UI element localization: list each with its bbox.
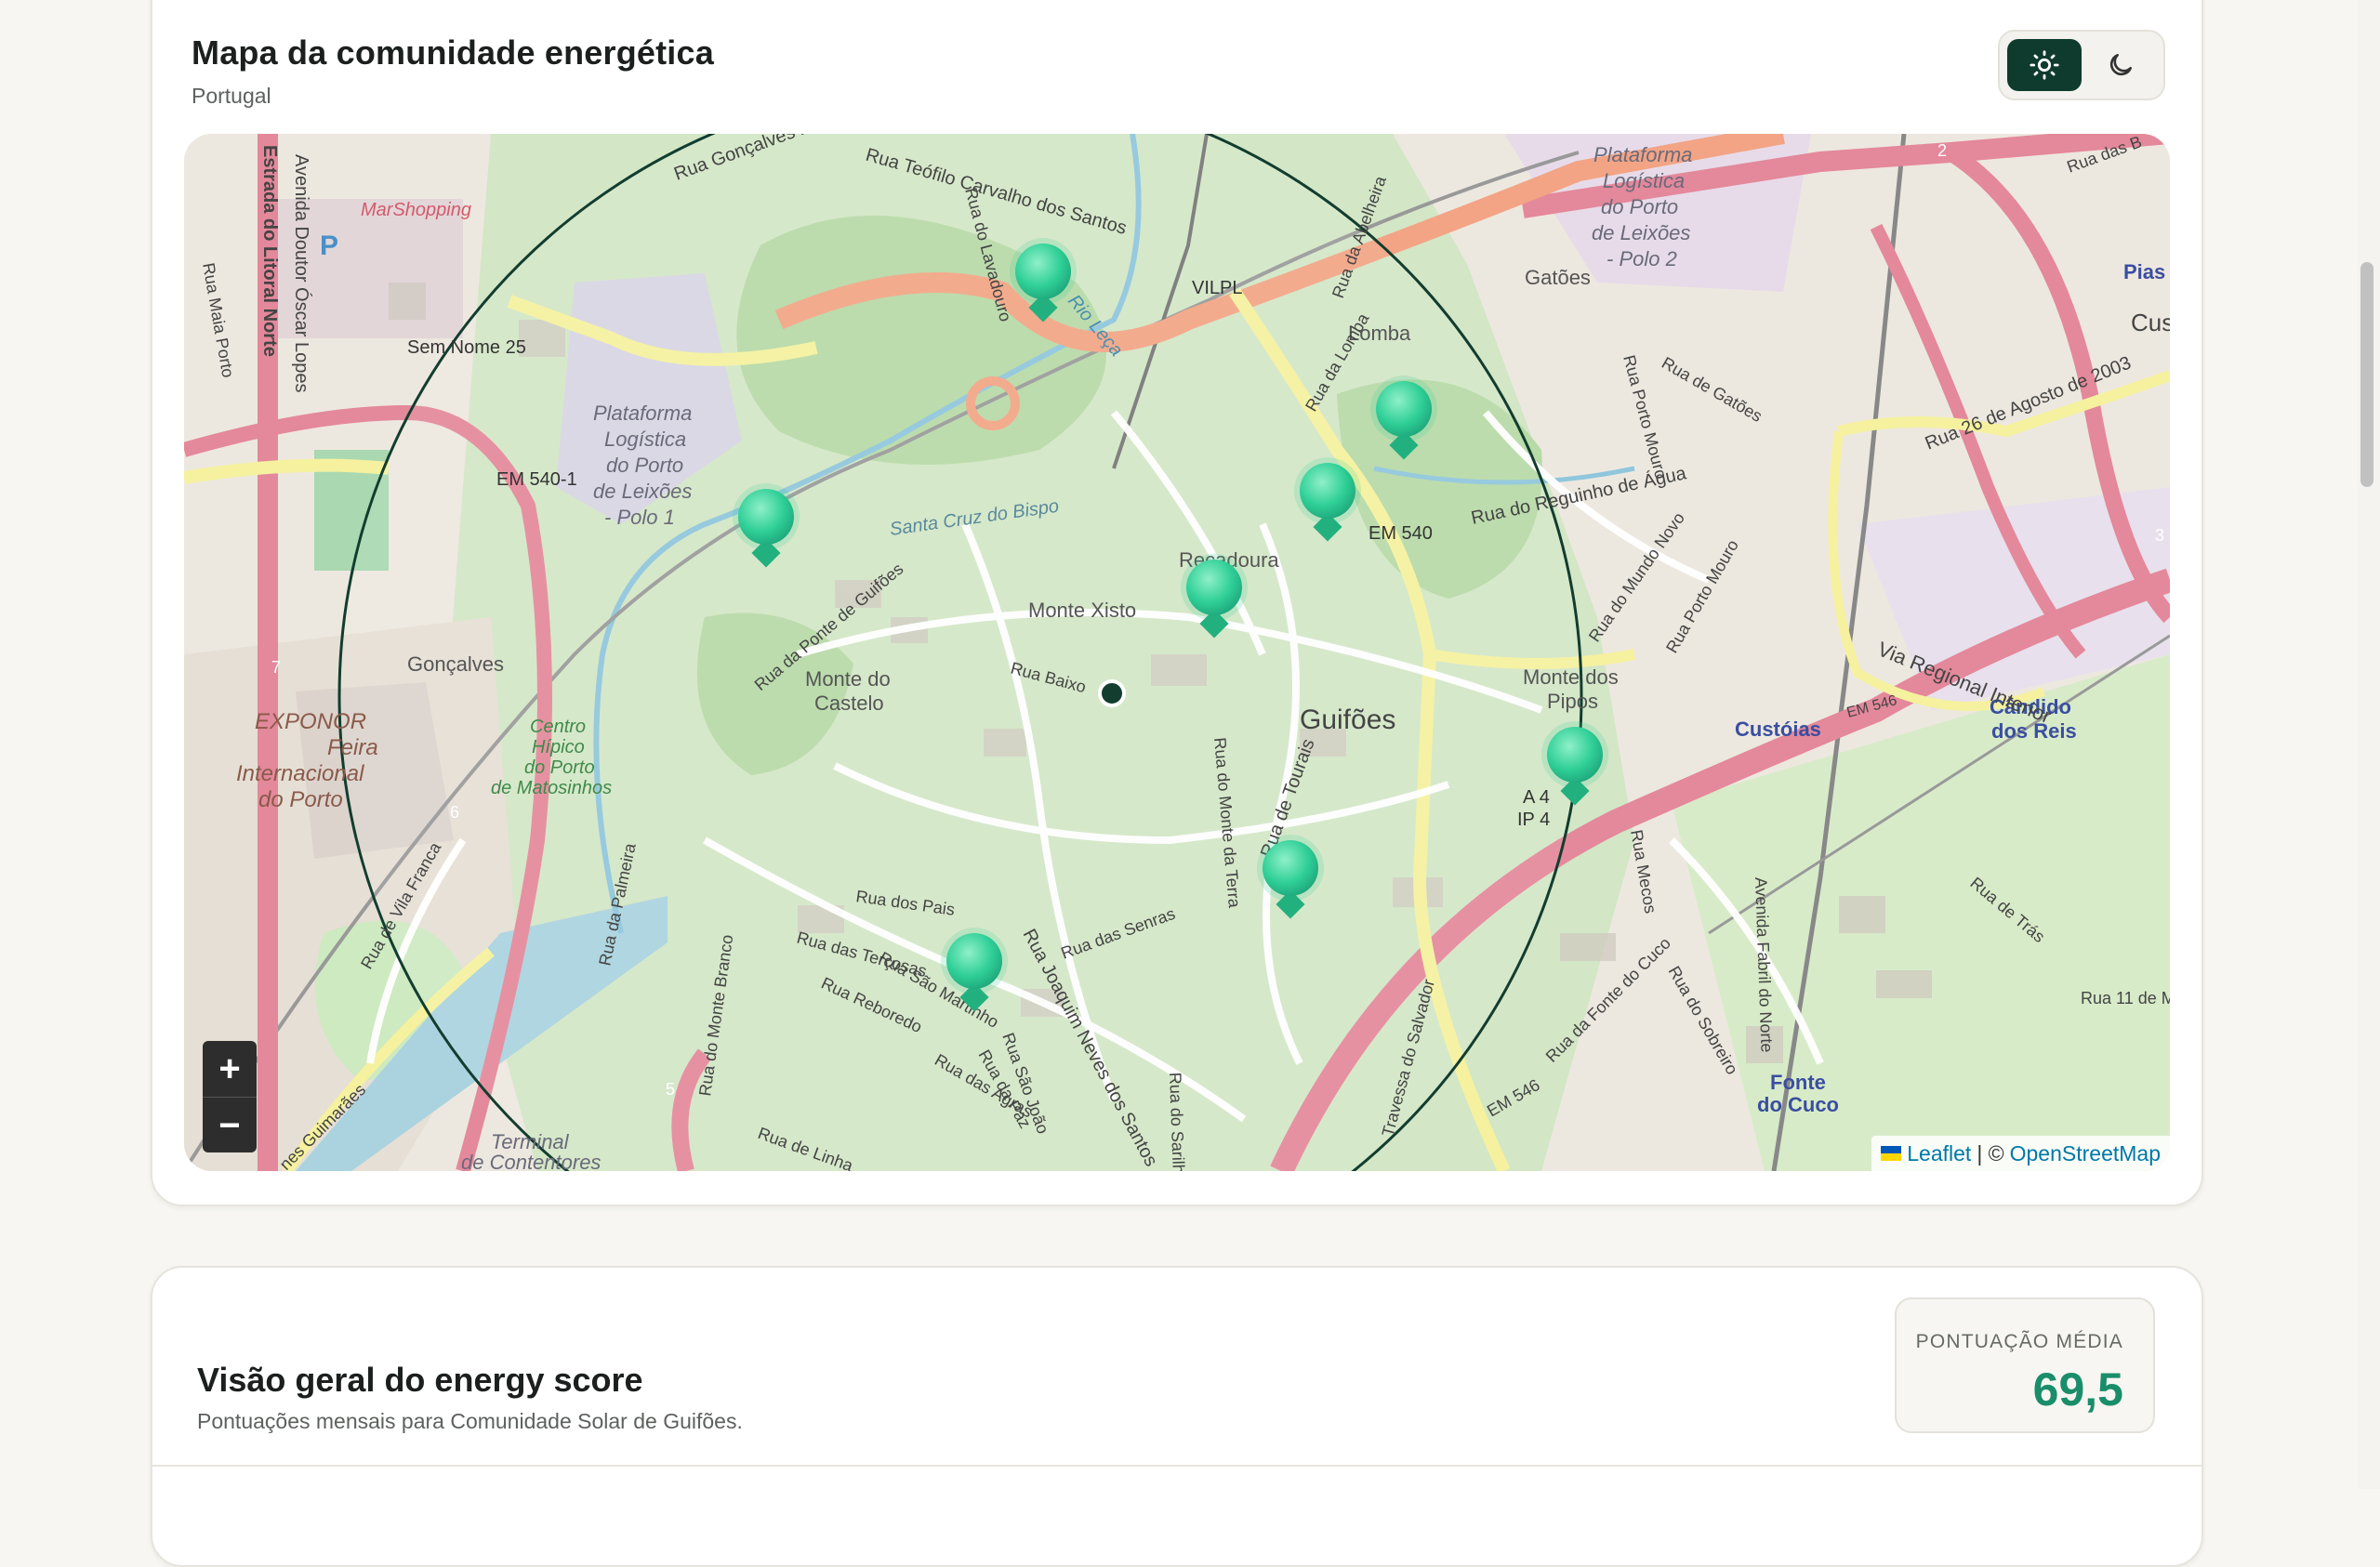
scrollbar-thumb[interactable] bbox=[2360, 262, 2373, 487]
map-label-centro-hipico-4: de Matosinhos bbox=[491, 778, 612, 798]
map-label-gatoes: Gatões bbox=[1525, 266, 1591, 289]
map-label-pias: Pias bbox=[2123, 260, 2165, 283]
map-label-monte-pipos-2: Pipos bbox=[1547, 690, 1598, 713]
map-label-sem-nome: Sem Nome 25 bbox=[407, 337, 526, 358]
map-label-monte-pipos-1: Monte dos bbox=[1523, 665, 1619, 689]
map-label-monte-xisto: Monte Xisto bbox=[1028, 599, 1136, 622]
map-label-marshopping: MarShopping bbox=[361, 200, 471, 220]
map-label-cus: Cus bbox=[2131, 309, 2170, 336]
moon-icon bbox=[2109, 54, 2132, 76]
map-label-avenida-oscar: Avenida Doutor Óscar Lopes bbox=[291, 154, 312, 392]
map-label-exponor-2: Feira bbox=[327, 735, 378, 760]
map-label-exponor-1: EXPONOR bbox=[255, 709, 366, 734]
energy-score-card: Visão geral do energy score Pontuações m… bbox=[151, 1266, 2203, 1567]
community-map[interactable]: Gatões Lomba Guifões Monte Xisto Monte d… bbox=[184, 134, 2170, 1171]
map-label-centro-hipico-1: Centro bbox=[530, 717, 586, 737]
map-label-em540: EM 540 bbox=[1368, 523, 1433, 544]
map-label-ip4: IP 4 bbox=[1517, 810, 1550, 830]
map-label-fonte-cuco-1: Fonte bbox=[1770, 1071, 1826, 1094]
map-label-plataforma-b-3: do Porto bbox=[1601, 195, 1678, 218]
map-label-plataforma-b-4: de Leixões bbox=[1592, 221, 1690, 244]
average-score-value: 69,5 bbox=[2032, 1363, 2123, 1416]
map-label-plataforma-b-2: Logística bbox=[1603, 169, 1685, 192]
community-center-marker[interactable] bbox=[1098, 679, 1126, 707]
zoom-in-button[interactable]: + bbox=[203, 1041, 257, 1098]
map-attribution: Leaflet | © OpenStreetMap bbox=[1871, 1136, 2170, 1171]
map-label-exponor-3: Internacional bbox=[236, 761, 364, 786]
energy-score-title: Visão geral do energy score bbox=[197, 1361, 643, 1399]
map-tiles: Gatões Lomba Guifões Monte Xisto Monte d… bbox=[184, 134, 2170, 1171]
theme-toggle bbox=[1998, 30, 2165, 100]
map-label-plataforma-a-5: - Polo 1 bbox=[604, 506, 675, 529]
map-label-road-5: 5 bbox=[666, 1080, 675, 1099]
attribution-separator: | © bbox=[1977, 1140, 2004, 1165]
map-label-plataforma-a-1: Plataforma bbox=[593, 402, 692, 425]
map-label-plataforma-b-1: Plataforma bbox=[1593, 143, 1692, 166]
map-label-road-6: 6 bbox=[450, 803, 459, 822]
map-label-road-2: 2 bbox=[1937, 141, 1947, 160]
map-card: Mapa da comunidade energética Portugal G… bbox=[151, 0, 2203, 1206]
sun-icon bbox=[2030, 50, 2059, 80]
average-score-box: PONTUAÇÃO MÉDIA 69,5 bbox=[1895, 1297, 2155, 1433]
map-label-guifoes: Guifões bbox=[1300, 704, 1395, 735]
dark-theme-button[interactable] bbox=[2083, 39, 2158, 91]
map-label-vilpl: VILPL bbox=[1192, 278, 1242, 298]
map-card-subtitle: Portugal bbox=[192, 84, 271, 108]
map-label-rua-11: Rua 11 de M bbox=[2081, 989, 2170, 1007]
average-score-label: PONTUAÇÃO MÉDIA bbox=[1915, 1331, 2123, 1352]
map-label-exponor-4: do Porto bbox=[258, 787, 343, 812]
map-label-terminal-2: de Contentores bbox=[461, 1151, 601, 1171]
map-card-title: Mapa da comunidade energética bbox=[192, 33, 714, 72]
map-label-centro-hipico-3: do Porto bbox=[524, 757, 595, 778]
map-label-em540-1: EM 540-1 bbox=[496, 469, 577, 490]
svg-text:P: P bbox=[320, 230, 338, 261]
zoom-control: + − bbox=[203, 1041, 257, 1152]
map-label-rua-sarilho: Rua do Sarilho bbox=[1166, 1072, 1188, 1171]
map-label-plataforma-a-3: do Porto bbox=[606, 454, 683, 477]
map-label-centro-hipico-2: Hípico bbox=[532, 737, 585, 757]
openstreetmap-link[interactable]: OpenStreetMap bbox=[2010, 1141, 2161, 1166]
map-label-plataforma-b-5: - Polo 2 bbox=[1606, 247, 1677, 270]
map-label-fonte-cuco-2: do Cuco bbox=[1757, 1093, 1839, 1116]
map-label-plataforma-a-4: de Leixões bbox=[593, 480, 692, 503]
ukraine-flag-icon bbox=[1881, 1146, 1902, 1161]
map-label-estrada-litoral: Estrada do Litoral Norte bbox=[259, 145, 280, 357]
map-label-custoias: Custóias bbox=[1735, 718, 1821, 741]
map-label-road-7: 7 bbox=[271, 658, 281, 677]
map-label-a4: A 4 bbox=[1523, 787, 1550, 808]
scrollbar-track[interactable] bbox=[2358, 0, 2380, 1489]
map-label-road-3: 3 bbox=[2155, 526, 2164, 545]
leaflet-link[interactable]: Leaflet bbox=[1907, 1141, 1971, 1166]
zoom-out-button[interactable]: − bbox=[203, 1098, 257, 1152]
map-label-goncalves: Gonçalves bbox=[407, 652, 504, 676]
map-label-monte-castelo-1: Monte do bbox=[805, 667, 891, 691]
energy-score-subtitle: Pontuações mensais para Comunidade Solar… bbox=[197, 1409, 743, 1433]
divider bbox=[152, 1465, 2202, 1467]
map-label-monte-castelo-2: Castelo bbox=[814, 691, 884, 715]
map-label-plataforma-a-2: Logística bbox=[604, 428, 686, 451]
light-theme-button[interactable] bbox=[2007, 39, 2082, 91]
